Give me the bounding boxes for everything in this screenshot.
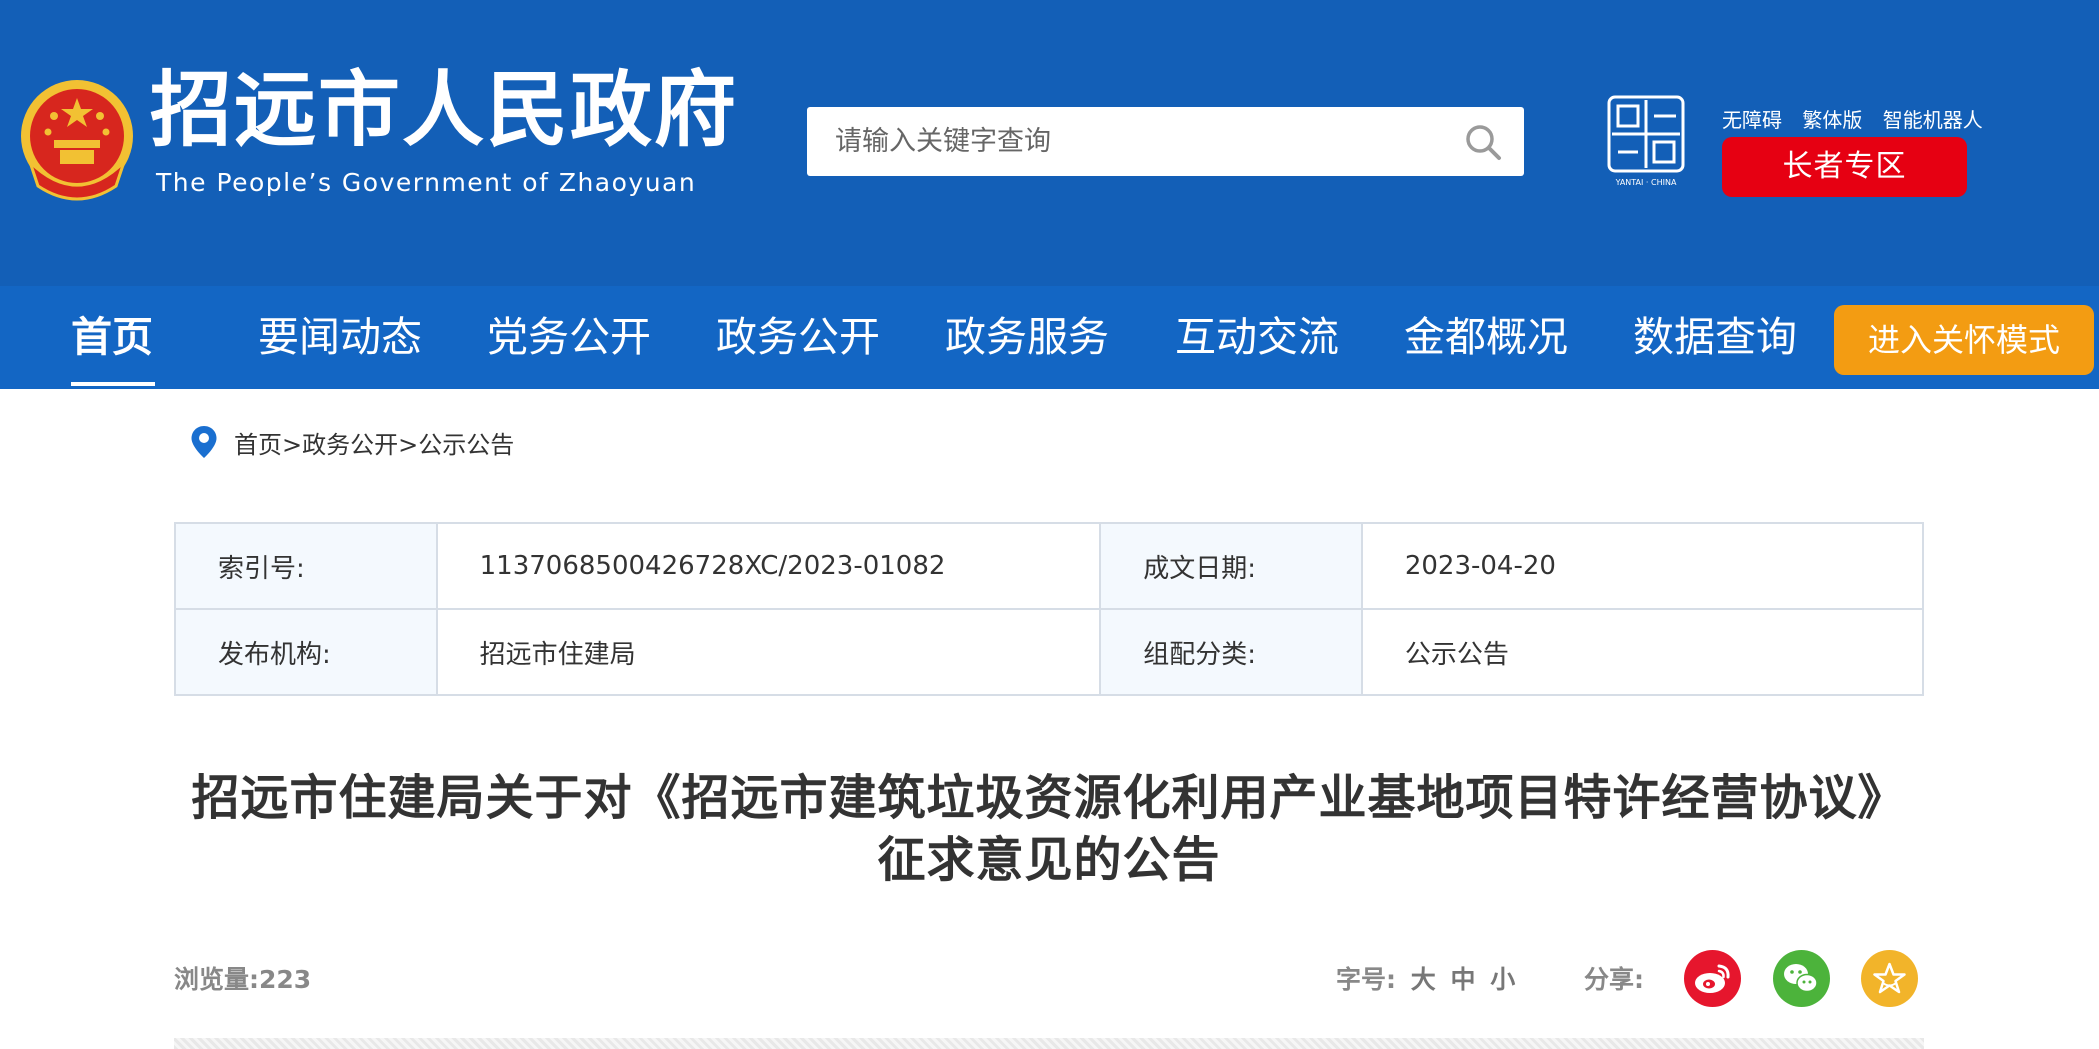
nav-item-interaction[interactable]: 互动交流 xyxy=(1175,286,1339,389)
table-row: 发布机构: 招远市住建局 组配分类: 公示公告 xyxy=(174,608,1925,696)
nav-item-home[interactable]: 首页 xyxy=(71,286,153,389)
category-label: 组配分类: xyxy=(1099,608,1363,696)
publisher-value: 招远市住建局 xyxy=(435,608,1102,696)
elder-zone-button[interactable]: 长者专区 xyxy=(1722,137,1967,197)
date-value: 2023-04-20 xyxy=(1360,522,1925,610)
document-info-table: 索引号: 1137068500426728XC/2023-01082 成文日期:… xyxy=(174,522,1925,696)
breadcrumb-home[interactable]: 首页 xyxy=(234,431,282,459)
index-value: 1137068500426728XC/2023-01082 xyxy=(435,522,1102,610)
search-input[interactable] xyxy=(807,107,1447,176)
national-emblem-icon xyxy=(21,80,133,201)
location-pin-icon xyxy=(191,426,217,458)
breadcrumb-government-affairs[interactable]: 政务公开 xyxy=(302,431,398,459)
weibo-share-button[interactable] xyxy=(1684,950,1741,1007)
search-icon[interactable] xyxy=(1464,123,1502,161)
site-subtitle: The People’s Government of Zhaoyuan xyxy=(156,168,697,197)
nav-item-government-services[interactable]: 政务服务 xyxy=(945,286,1109,389)
article-title: 招远市住建局关于对《招远市建筑垃圾资源化利用产业基地项目特许经营协议》 征求意见… xyxy=(174,767,1924,891)
breadcrumb: 首页>政务公开>公示公告 xyxy=(190,422,514,462)
article-title-line-1: 招远市住建局关于对《招远市建筑垃圾资源化利用产业基地项目特许经营协议》 xyxy=(191,770,1907,826)
font-size-large-button[interactable]: 大 xyxy=(1411,965,1436,994)
favorite-button[interactable] xyxy=(1861,950,1918,1007)
accessibility-link[interactable]: 无障碍 xyxy=(1722,108,1782,132)
nav-item-party-affairs[interactable]: 党务公开 xyxy=(487,286,651,389)
seal-caption: YANTAI · CHINA xyxy=(1615,178,1677,187)
breadcrumb-separator: > xyxy=(398,430,419,459)
favorite-star-icon xyxy=(1873,962,1906,994)
nav-item-government-affairs[interactable]: 政务公开 xyxy=(716,286,880,389)
breadcrumb-separator: > xyxy=(282,430,303,459)
view-count: 浏览量:223 xyxy=(174,965,312,994)
date-label: 成文日期: xyxy=(1099,522,1363,610)
yantai-seal-icon: YANTAI · CHINA xyxy=(1607,95,1685,187)
font-size-medium-button[interactable]: 中 xyxy=(1450,965,1475,994)
traditional-chinese-link[interactable]: 繁体版 xyxy=(1802,108,1862,132)
wechat-icon xyxy=(1784,964,1818,993)
nav-item-data-query[interactable]: 数据查询 xyxy=(1633,286,1797,389)
breadcrumb-announcements[interactable]: 公示公告 xyxy=(418,431,514,459)
main-nav: 首页 要闻动态 党务公开 政务公开 政务服务 互动交流 金都概况 数据查询 xyxy=(0,286,2099,389)
font-size-small-button[interactable]: 小 xyxy=(1490,965,1515,994)
weibo-icon xyxy=(1695,964,1730,993)
smart-robot-link[interactable]: 智能机器人 xyxy=(1883,108,1983,132)
nav-active-indicator xyxy=(71,382,155,386)
content-divider xyxy=(174,1038,1924,1049)
publisher-label: 发布机构: xyxy=(174,608,438,696)
font-size-label: 字号: xyxy=(1336,965,1396,994)
nav-item-news[interactable]: 要闻动态 xyxy=(258,286,422,389)
font-size-control: 字号: 大 中 小 xyxy=(1336,960,1515,996)
table-row: 索引号: 1137068500426728XC/2023-01082 成文日期:… xyxy=(174,522,1925,610)
care-mode-button[interactable]: 进入关怀模式 xyxy=(1834,305,2094,375)
wechat-share-button[interactable] xyxy=(1773,950,1830,1007)
nav-item-city-overview[interactable]: 金都概况 xyxy=(1404,286,1568,389)
share-label: 分享: xyxy=(1584,965,1644,994)
search-box xyxy=(807,107,1524,176)
article-title-line-2: 征求意见的公告 xyxy=(877,832,1221,888)
category-value: 公示公告 xyxy=(1360,608,1925,696)
index-label: 索引号: xyxy=(174,522,438,610)
site-header: 招远市人民政府 The People’s Government of Zhaoy… xyxy=(0,0,2099,286)
site-title: 招远市人民政府 xyxy=(150,63,739,158)
top-links: 无障碍 繁体版 智能机器人 xyxy=(1722,104,1997,133)
